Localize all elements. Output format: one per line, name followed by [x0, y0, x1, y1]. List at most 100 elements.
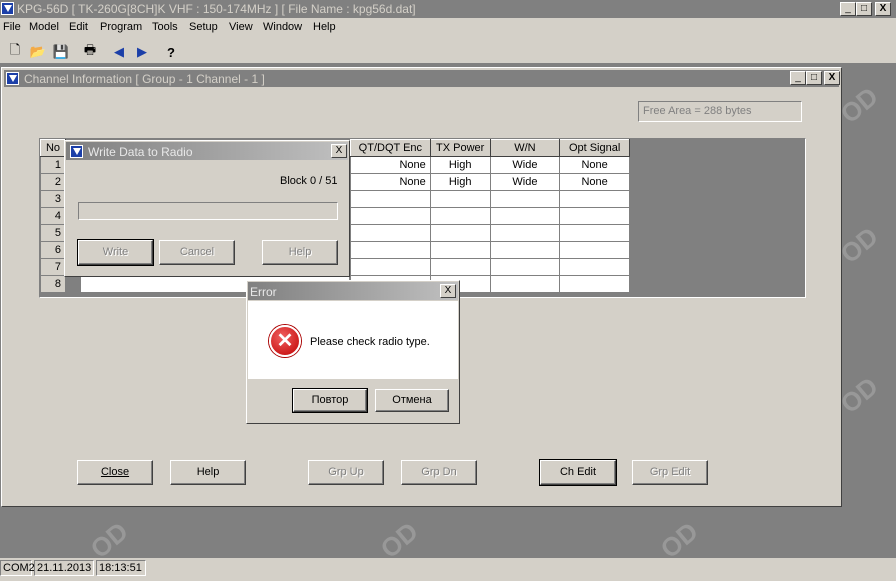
table-cell[interactable]: Wide: [489, 156, 561, 174]
table-cell[interactable]: [429, 258, 491, 276]
write-dialog-title: Write Data to Radio: [88, 145, 193, 159]
table-row: [350, 258, 630, 276]
menu-help[interactable]: Help: [313, 21, 336, 33]
write-button[interactable]: Write: [77, 239, 154, 266]
table-cell[interactable]: [429, 190, 491, 208]
table-row: [350, 224, 630, 242]
app-titlebar: KPG-56D [ TK-260G[8CH]K VHF : 150-174MHz…: [0, 0, 896, 18]
table-cell[interactable]: [559, 241, 630, 259]
write-cancel-label: Cancel: [179, 246, 215, 258]
table-cell[interactable]: [350, 224, 431, 242]
table-cell[interactable]: None: [350, 156, 431, 174]
column-header[interactable]: Opt Signal: [559, 139, 630, 157]
table-cell[interactable]: [429, 224, 491, 242]
table-cell[interactable]: [559, 258, 630, 276]
read-radio-icon[interactable]: ◀: [109, 43, 129, 61]
error-icon: ✕: [269, 325, 301, 357]
free-area-field: Free Area = 288 bytes: [638, 101, 802, 122]
table-cell[interactable]: High: [429, 156, 491, 174]
maximize-button[interactable]: □: [856, 2, 872, 16]
table-row: None High Wide None: [350, 173, 630, 191]
menu-file[interactable]: File: [3, 21, 21, 33]
table-cell[interactable]: [489, 190, 561, 208]
channel-window-titlebar: Channel Information [ Group - 1 Channel …: [4, 70, 840, 87]
write-radio-icon[interactable]: ▶: [132, 43, 152, 61]
table-cell[interactable]: [429, 207, 491, 225]
table-cell[interactable]: [489, 207, 561, 225]
minimize-button[interactable]: _: [840, 2, 856, 16]
table-cell[interactable]: [350, 241, 431, 259]
error-dialog-title: Error: [250, 285, 277, 299]
write-dialog-titlebar: Write Data to Radio X: [66, 142, 348, 160]
app-close-button[interactable]: X: [875, 2, 891, 16]
table-cell[interactable]: [350, 190, 431, 208]
row-number[interactable]: 1: [40, 156, 66, 174]
grp-edit-button[interactable]: Grp Edit: [632, 460, 708, 485]
table-row: [350, 241, 630, 259]
row-number[interactable]: 6: [40, 241, 66, 259]
retry-button[interactable]: Повтор: [292, 388, 368, 413]
table-cell[interactable]: [489, 224, 561, 242]
column-header[interactable]: QT/DQT Enc: [350, 139, 431, 157]
open-icon[interactable]: 📂: [28, 43, 48, 61]
row-number[interactable]: 3: [40, 190, 66, 208]
table-cell[interactable]: [489, 258, 561, 276]
write-help-button[interactable]: Help: [262, 240, 338, 265]
row-number[interactable]: 4: [40, 207, 66, 225]
menu-setup[interactable]: Setup: [189, 21, 218, 33]
row-number-column: No 1 2 3 4 5 6 7 8: [40, 139, 66, 293]
grp-edit-label: Grp Edit: [649, 466, 691, 478]
child-maximize-button[interactable]: □: [806, 71, 822, 85]
error-cancel-label: Отмена: [392, 394, 432, 406]
table-cell[interactable]: [489, 275, 561, 293]
menu-program[interactable]: Program: [100, 21, 142, 33]
table-cell[interactable]: High: [429, 173, 491, 191]
channel-window-title: Channel Information [ Group - 1 Channel …: [24, 72, 265, 86]
table-cell[interactable]: None: [350, 173, 431, 191]
row-number[interactable]: 5: [40, 224, 66, 242]
table-cell[interactable]: [559, 190, 630, 208]
table-row: [350, 207, 630, 225]
write-dialog-close-button[interactable]: X: [331, 144, 347, 158]
watermark: OD: [834, 371, 884, 420]
help-button[interactable]: Help: [170, 460, 246, 485]
close-button-label: Close: [100, 466, 130, 478]
menu-model[interactable]: Model: [29, 21, 59, 33]
close-button[interactable]: Close: [77, 460, 153, 485]
table-cell[interactable]: [559, 275, 630, 293]
table-row: [350, 190, 630, 208]
ch-edit-button[interactable]: Ch Edit: [539, 459, 617, 486]
table-cell[interactable]: None: [559, 156, 630, 174]
column-header[interactable]: W/N: [489, 139, 561, 157]
grp-up-button[interactable]: Grp Up: [308, 460, 384, 485]
menu-edit[interactable]: Edit: [69, 21, 88, 33]
print-icon[interactable]: 🖶: [80, 42, 100, 61]
row-number[interactable]: 2: [40, 173, 66, 191]
menu-window[interactable]: Window: [263, 21, 302, 33]
table-row: None High Wide None: [350, 156, 630, 174]
table-cell[interactable]: [429, 241, 491, 259]
menu-tools[interactable]: Tools: [152, 21, 178, 33]
row-number[interactable]: 7: [40, 258, 66, 276]
menu-view[interactable]: View: [229, 21, 253, 33]
new-icon[interactable]: 🗋: [5, 42, 25, 61]
write-cancel-button[interactable]: Cancel: [159, 240, 235, 265]
error-dialog-close-button[interactable]: X: [440, 284, 456, 298]
table-cell[interactable]: [350, 258, 431, 276]
table-cell[interactable]: [489, 241, 561, 259]
table-cell[interactable]: None: [559, 173, 630, 191]
watermark: OD: [834, 81, 884, 130]
column-header[interactable]: TX Power: [429, 139, 491, 157]
child-minimize-button[interactable]: _: [790, 71, 806, 85]
channel-table: QT/DQT Enc TX Power W/N Opt Signal None …: [350, 139, 630, 293]
error-cancel-button[interactable]: Отмена: [375, 389, 449, 412]
save-icon[interactable]: 💾: [51, 43, 71, 61]
table-cell[interactable]: Wide: [489, 173, 561, 191]
child-close-button[interactable]: X: [824, 71, 840, 85]
grp-dn-button[interactable]: Grp Dn: [401, 460, 477, 485]
table-cell[interactable]: [559, 207, 630, 225]
table-cell[interactable]: [559, 224, 630, 242]
table-cell[interactable]: [350, 207, 431, 225]
row-number[interactable]: 8: [40, 275, 66, 293]
help-icon[interactable]: ?: [161, 43, 181, 61]
